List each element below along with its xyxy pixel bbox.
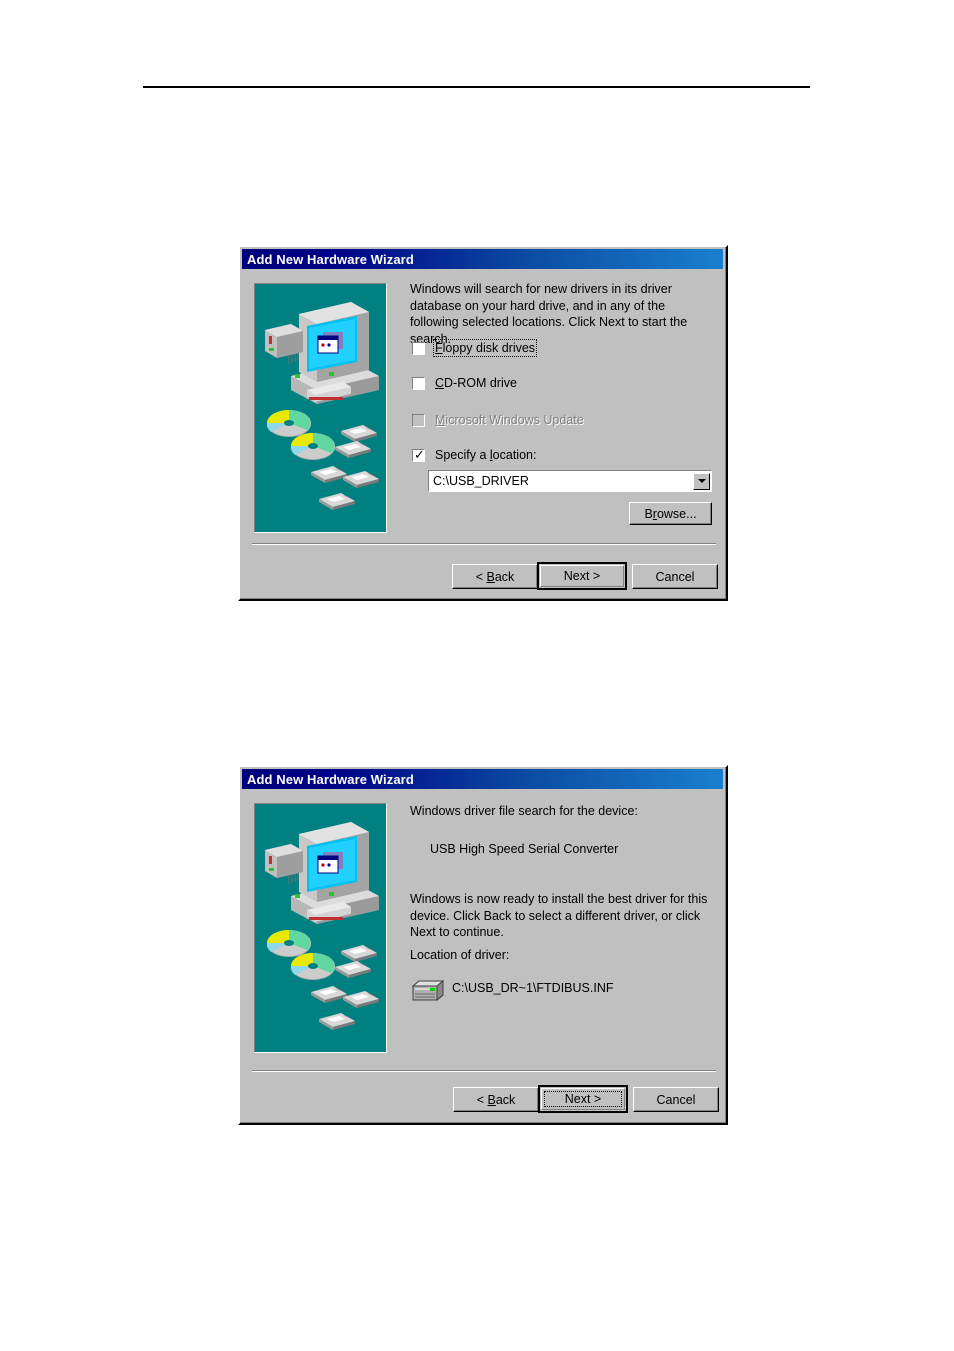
titlebar: Add New Hardware Wizard — [242, 249, 723, 269]
chevron-down-icon[interactable] — [693, 472, 710, 490]
next-button[interactable]: Next > — [538, 1085, 628, 1113]
next-button-focus-ring — [544, 1091, 622, 1107]
back-button[interactable]: < Back — [453, 1087, 539, 1112]
dialog-title: Add New Hardware Wizard — [247, 771, 414, 787]
checkbox-floppy-disk-drives[interactable] — [412, 341, 425, 355]
disk-drive-icon — [411, 979, 445, 1007]
add-new-hardware-wizard-dialog-1: Add New Hardware Wizard Windows will sea… — [238, 245, 728, 601]
wizard-illustration-panel — [254, 283, 387, 533]
checkbox-label-cd-rom-drive: CD-ROM drive — [435, 376, 517, 390]
browse-button[interactable]: Browse... — [629, 502, 712, 525]
checkbox-microsoft-windows-update — [412, 413, 425, 427]
location-combobox[interactable]: C:\USB_DRIVER — [428, 470, 712, 492]
ready-to-install-text: Windows is now ready to install the best… — [410, 892, 708, 939]
checkbox-row-cd-rom-drive[interactable]: CD-ROM drive — [412, 375, 517, 391]
button-bar-separator — [252, 1070, 716, 1072]
driver-search-label: Windows driver file search for the devic… — [410, 804, 638, 818]
back-button-label: < Back — [476, 1092, 516, 1107]
back-button[interactable]: < Back — [452, 564, 538, 589]
button-bar-separator — [252, 543, 716, 545]
dialog1-intro-text: Windows will search for new drivers in i… — [410, 282, 688, 346]
checkbox-label-specify-a-location: Specify a location: — [435, 448, 537, 462]
computer-with-media-illustration — [255, 804, 386, 1052]
location-of-driver-label: Location of driver: — [410, 948, 510, 962]
next-button[interactable]: Next > — [537, 562, 627, 590]
checkbox-cd-rom-drive[interactable] — [412, 376, 425, 390]
checkbox-label-microsoft-windows-update: Microsoft Windows Update — [435, 413, 584, 427]
browse-button-label: Browse... — [644, 506, 697, 521]
cancel-button[interactable]: Cancel — [633, 1087, 719, 1112]
dialog-title: Add New Hardware Wizard — [247, 251, 414, 267]
checkbox-row-microsoft-windows-update: Microsoft Windows Update — [412, 412, 584, 428]
computer-with-media-illustration — [255, 284, 386, 532]
add-new-hardware-wizard-dialog-2: Add New Hardware Wizard Windows driver f… — [238, 765, 728, 1125]
driver-path-text: C:\USB_DR~1\FTDIBUS.INF — [452, 981, 614, 995]
check-mark-icon: ✓ — [414, 447, 425, 463]
checkbox-specify-a-location[interactable]: ✓ — [412, 447, 425, 463]
page-header-rule — [143, 86, 810, 88]
cancel-button-label: Cancel — [655, 569, 695, 584]
checkbox-label-floppy-disk-drives: Floppy disk drives — [432, 339, 538, 357]
checkbox-row-floppy-disk-drives[interactable]: Floppy disk drives — [412, 339, 538, 357]
next-button-label: Next > — [563, 569, 601, 583]
back-button-label: < Back — [475, 569, 515, 584]
device-name-text: USB High Speed Serial Converter — [430, 842, 619, 856]
checkbox-row-specify-a-location[interactable]: ✓ Specify a location: — [412, 447, 536, 463]
location-combobox-value: C:\USB_DRIVER — [433, 474, 529, 488]
wizard-illustration-panel — [254, 803, 387, 1053]
cancel-button[interactable]: Cancel — [632, 564, 718, 589]
titlebar: Add New Hardware Wizard — [242, 769, 723, 789]
cancel-button-label: Cancel — [656, 1092, 696, 1107]
